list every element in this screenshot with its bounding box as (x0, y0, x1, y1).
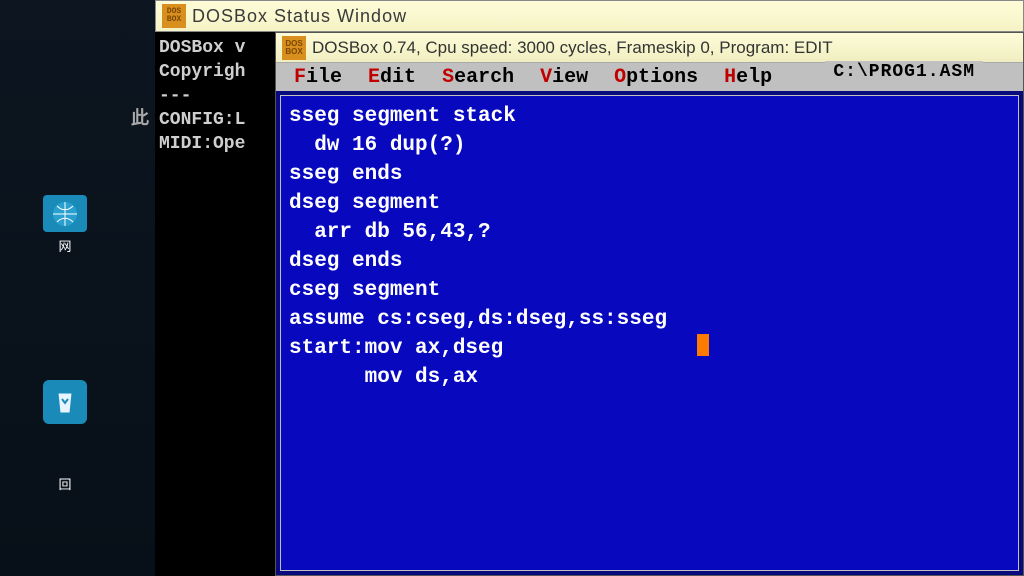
text-cursor (697, 334, 709, 356)
code-line: cseg segment (289, 279, 440, 302)
code-line: sseg ends (289, 163, 402, 186)
code-line: sseg segment stack (289, 105, 516, 128)
menu-search[interactable]: Search (442, 66, 514, 89)
code-line: start:mov ax,dseg (289, 337, 503, 360)
menu-edit[interactable]: Edit (368, 66, 416, 89)
status-window-title: DOSBox Status Window (192, 6, 407, 27)
menu-options[interactable]: Options (614, 66, 698, 89)
menu-file[interactable]: File (294, 66, 342, 89)
recycle-icon (43, 380, 87, 424)
globe-icon (43, 195, 87, 232)
dosbox-icon: DOSBOX (162, 4, 186, 28)
bg-prefix: 此 (131, 108, 149, 132)
editor-text-area[interactable]: sseg segment stack dw 16 dup(?) sseg end… (280, 95, 1019, 571)
edit-window: DOSBOX DOSBox 0.74, Cpu speed: 3000 cycl… (275, 32, 1024, 576)
code-line: mov ds,ax (289, 366, 478, 389)
status-window-titlebar[interactable]: DOSBOX DOSBox Status Window (155, 0, 1024, 32)
code-line: assume cs:cseg,ds:dseg,ss:sseg (289, 308, 667, 331)
background-console: DOSBox v Copyrigh --- 此CONFIG:L MIDI:Ope (155, 32, 285, 576)
menu-view[interactable]: View (540, 66, 588, 89)
code-line: dseg segment (289, 192, 440, 215)
code-line: dw 16 dup(?) (289, 134, 465, 157)
desktop-icon-label: 网 (58, 236, 71, 255)
menu-help[interactable]: Help (724, 66, 772, 89)
file-path-label: C:\PROG1.ASM (825, 61, 983, 83)
desktop-icon-recycle[interactable] (35, 380, 95, 440)
edit-window-title: DOSBox 0.74, Cpu speed: 3000 cycles, Fra… (312, 38, 833, 58)
code-line: arr db 56,43,? (289, 221, 491, 244)
edit-window-titlebar[interactable]: DOSBOX DOSBox 0.74, Cpu speed: 3000 cycl… (276, 33, 1023, 63)
desktop-icon-network[interactable]: 网 (35, 195, 95, 255)
desktop-icon-label: 回 (58, 474, 71, 493)
dosbox-icon: DOSBOX (282, 36, 306, 60)
desktop-icon-3[interactable]: 回 (35, 470, 95, 530)
code-line: dseg ends (289, 250, 402, 273)
desktop-background: 网 回 (0, 0, 155, 576)
